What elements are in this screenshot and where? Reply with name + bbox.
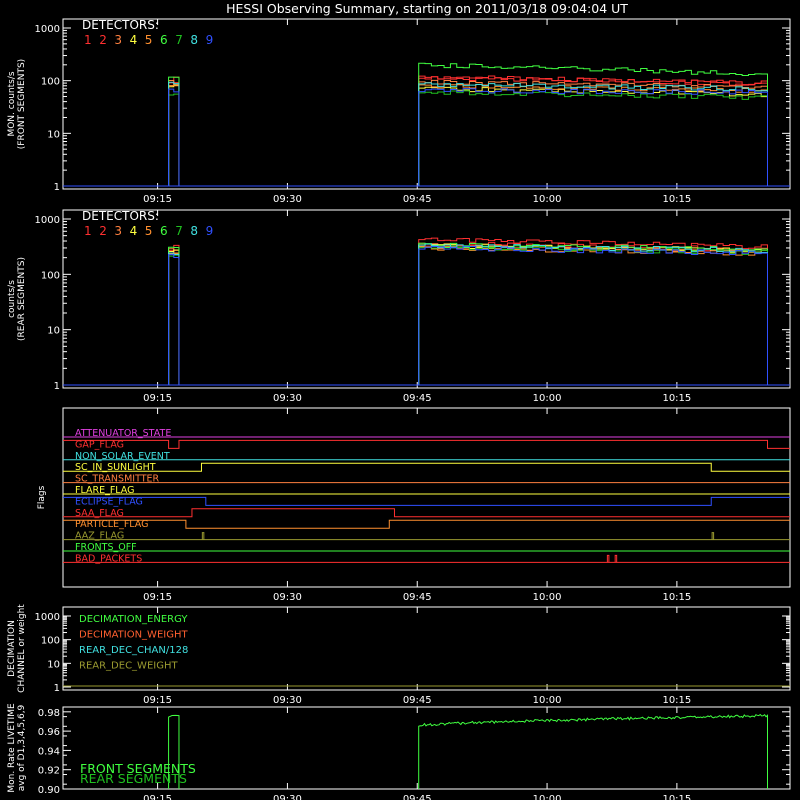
y-tick-label: 0.92 xyxy=(38,766,60,777)
x-tick-label: 09:45 xyxy=(403,695,432,706)
x-tick-label: 09:30 xyxy=(273,794,302,800)
y-tick-label: 1 xyxy=(54,381,60,392)
detector-number-5: 5 xyxy=(145,224,153,238)
y-tick-label: 0.94 xyxy=(38,746,60,757)
detector-number-8: 8 xyxy=(190,33,198,47)
detector-number-2: 2 xyxy=(99,33,107,47)
decimation-legend-item: DECIMATION_WEIGHT xyxy=(79,630,188,641)
decimation-legend-item: REAR_DEC_WEIGHT xyxy=(79,661,178,672)
flag-label: PARTICLE_FLAG xyxy=(75,519,148,530)
y-tick-label: 1 xyxy=(54,182,60,193)
x-tick-label: 09:15 xyxy=(143,592,172,603)
x-tick-label: 10:00 xyxy=(533,695,562,706)
y-tick-label: 10 xyxy=(47,659,60,670)
livetime-legend-rear: REAR SEGMENTS xyxy=(80,771,187,786)
detector-number-9: 9 xyxy=(206,224,214,238)
detector-number-4: 4 xyxy=(130,33,138,47)
x-tick-label: 09:45 xyxy=(403,194,432,205)
detector-number-3: 3 xyxy=(114,224,122,238)
y-axis-label-2: (FRONT SEGMENTS) xyxy=(17,59,27,149)
x-tick-label: 09:45 xyxy=(403,393,432,404)
x-tick-label: 09:30 xyxy=(273,695,302,706)
x-tick-label: 10:00 xyxy=(533,194,562,205)
detector-number-3: 3 xyxy=(114,33,122,47)
detector-number-5: 5 xyxy=(145,33,153,47)
x-tick-label: 10:15 xyxy=(662,794,691,800)
x-tick-label: 09:45 xyxy=(403,794,432,800)
x-tick-label: 09:30 xyxy=(273,194,302,205)
x-tick-label: 10:00 xyxy=(533,393,562,404)
x-tick-label: 10:00 xyxy=(533,794,562,800)
y-axis-label-2: avg of D1,3,4,5,6,9 xyxy=(17,704,27,791)
y-axis-label: DECIMATION xyxy=(7,620,17,677)
detector-number-6: 6 xyxy=(160,224,168,238)
y-tick-label: 10 xyxy=(47,326,60,337)
x-tick-label: 09:15 xyxy=(143,794,172,800)
detector-number-9: 9 xyxy=(206,33,214,47)
detector-number-1: 1 xyxy=(84,33,92,47)
x-tick-label: 09:30 xyxy=(273,393,302,404)
x-tick-label: 10:15 xyxy=(662,194,691,205)
detector-number-6: 6 xyxy=(160,33,168,47)
y-axis-label: MON. counts/s xyxy=(7,71,17,136)
y-tick-label: 0.90 xyxy=(38,785,60,796)
x-tick-label: 09:45 xyxy=(403,592,432,603)
detector-number-2: 2 xyxy=(99,224,107,238)
y-axis-label: counts/s xyxy=(7,280,17,318)
y-axis-label-2: CHANNEL or weight xyxy=(17,604,27,693)
y-tick-label: 0.96 xyxy=(38,727,60,738)
y-tick-label: 0.98 xyxy=(38,708,60,719)
detectors-label: DETECTORS: xyxy=(82,209,159,223)
detector-number-7: 7 xyxy=(175,33,183,47)
y-axis-label: Mon. Rate LIVETIME xyxy=(7,703,17,793)
y-tick-label: 10 xyxy=(47,129,60,140)
y-axis-label: Flags xyxy=(37,485,47,509)
detectors-label: DETECTORS: xyxy=(82,18,159,32)
detector-number-8: 8 xyxy=(190,224,198,238)
hessi-observing-summary: HESSI Observing Summary, starting on 201… xyxy=(0,0,800,800)
x-tick-label: 10:00 xyxy=(533,592,562,603)
y-axis-label-2: (REAR SEGMENTS) xyxy=(17,257,27,341)
detector-number-4: 4 xyxy=(130,224,138,238)
y-tick-label: 1000 xyxy=(35,24,60,35)
y-tick-label: 100 xyxy=(41,77,60,88)
x-tick-label: 09:15 xyxy=(143,695,172,706)
y-tick-label: 100 xyxy=(41,270,60,281)
chart-title: HESSI Observing Summary, starting on 201… xyxy=(226,1,628,16)
y-tick-label: 100 xyxy=(41,636,60,647)
x-tick-label: 09:30 xyxy=(273,592,302,603)
y-tick-label: 1 xyxy=(54,683,60,694)
x-tick-label: 10:15 xyxy=(662,393,691,404)
x-tick-label: 09:15 xyxy=(143,393,172,404)
y-tick-label: 1000 xyxy=(35,612,60,623)
decimation-legend-item: DECIMATION_ENERGY xyxy=(79,614,188,625)
decimation-legend-item: REAR_DEC_CHAN/128 xyxy=(79,645,188,656)
y-tick-label: 1000 xyxy=(35,215,60,226)
x-tick-label: 10:15 xyxy=(662,592,691,603)
detector-number-1: 1 xyxy=(84,224,92,238)
detector-number-7: 7 xyxy=(175,224,183,238)
flag-label: GAP_FLAG xyxy=(75,439,124,450)
flag-label: ECLIPSE_FLAG xyxy=(75,496,143,507)
x-tick-label: 10:15 xyxy=(662,695,691,706)
x-tick-label: 09:15 xyxy=(143,194,172,205)
